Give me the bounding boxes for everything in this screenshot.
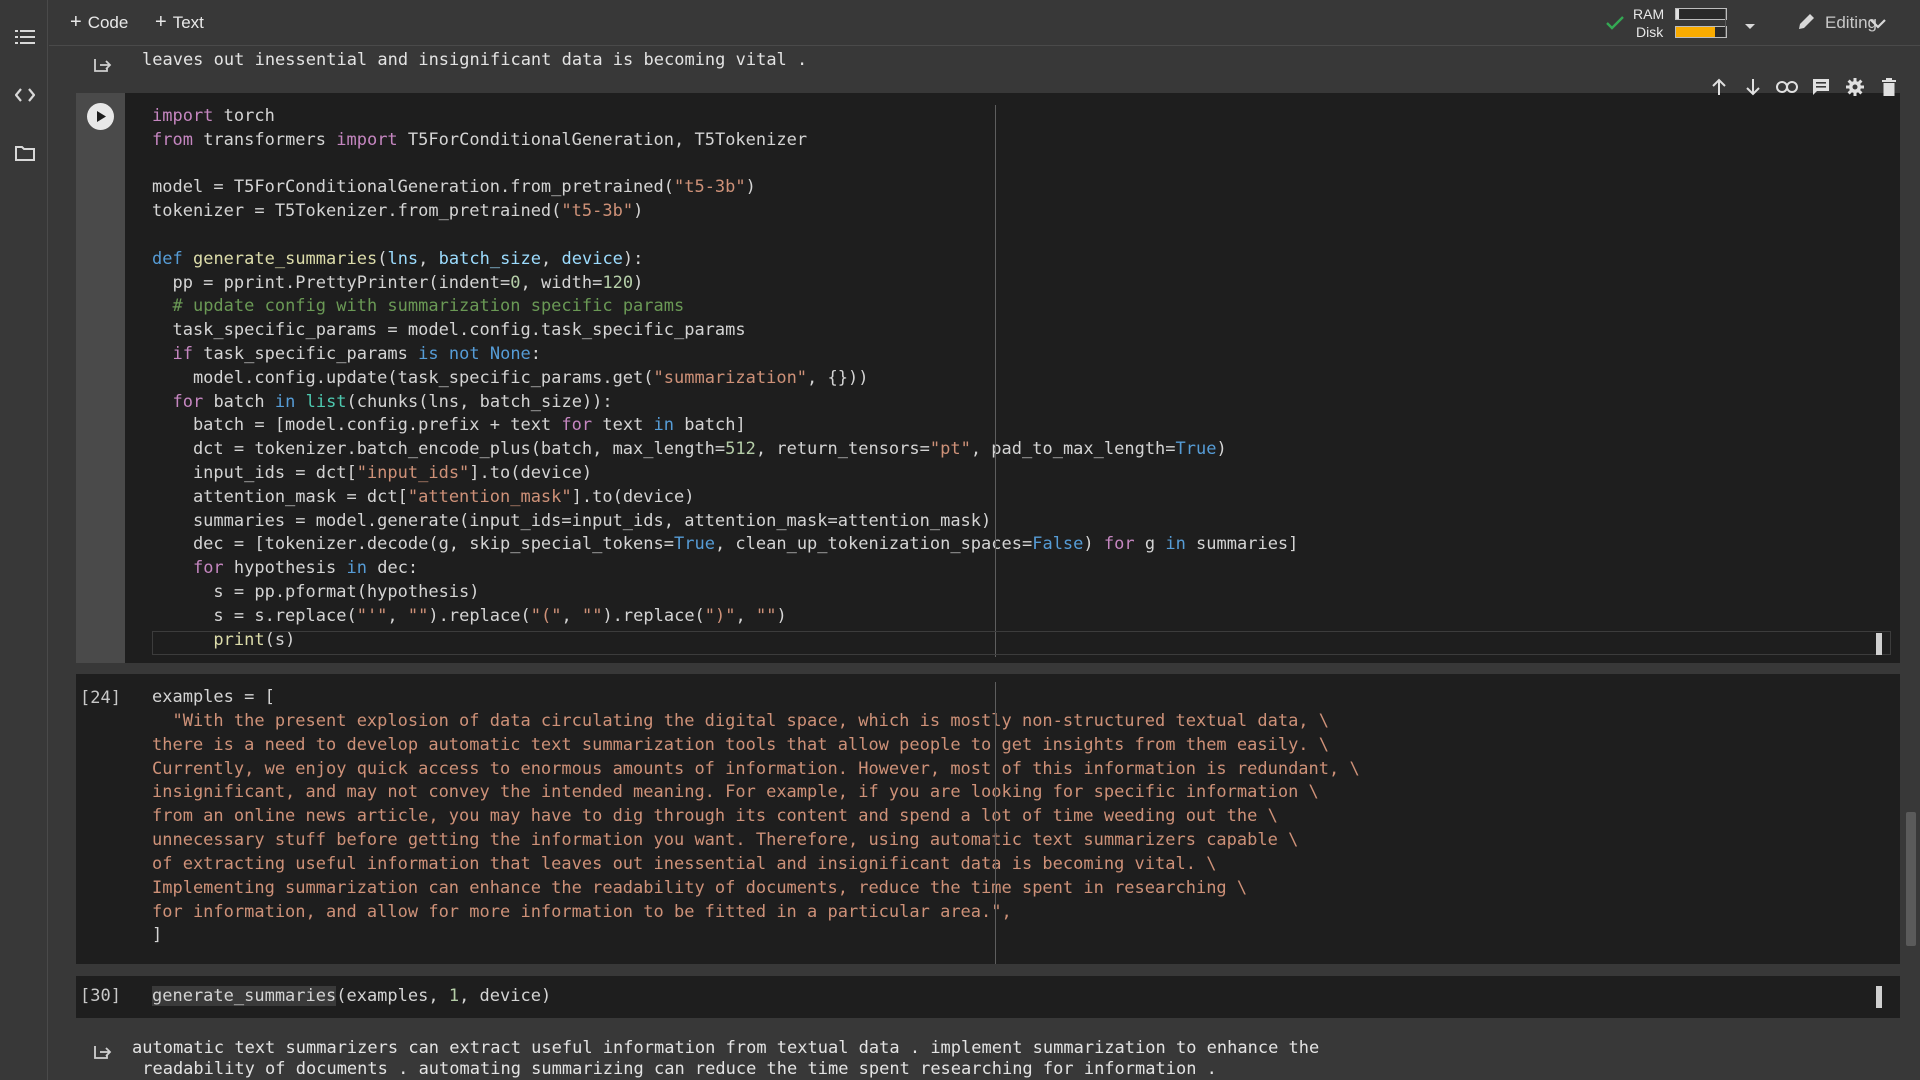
ruler-line xyxy=(995,105,996,657)
code-line: def generate_summaries(lns, batch_size, … xyxy=(152,248,644,269)
page-scrollbar[interactable] xyxy=(1906,812,1916,946)
notebook-area[interactable]: leaves out inessential and insignificant… xyxy=(49,47,1920,1080)
code-line: examples = [ xyxy=(152,687,275,707)
add-text-button[interactable]: + Text xyxy=(155,10,204,36)
code-cell-active[interactable]: import torch from transformers import T5… xyxy=(76,93,1900,663)
output-line-1: automatic text summarizers can extract u… xyxy=(132,1038,1320,1058)
code-line: batch = [model.config.prefix + text for … xyxy=(152,415,746,436)
code-args: (examples, xyxy=(336,986,449,1006)
pencil-icon xyxy=(1797,11,1817,36)
function-name: generate_summaries xyxy=(152,986,337,1006)
toolbar-divider xyxy=(1725,9,1726,37)
disk-usage-bar xyxy=(1675,26,1727,38)
ram-label: RAM xyxy=(1633,6,1665,22)
table-of-contents-icon[interactable] xyxy=(12,24,38,50)
more-vert-icon[interactable] xyxy=(1912,76,1920,98)
output-line-2: readability of documents . automating su… xyxy=(132,1059,1217,1079)
colab-window: + Code + Text RAM Disk Editing leaves ou… xyxy=(0,0,1920,1080)
connected-check-icon xyxy=(1605,15,1625,36)
code-cell-examples[interactable]: [24] examples = [ "With the present expl… xyxy=(76,674,1900,964)
code-line: dct = tokenizer.batch_encode_plus(batch,… xyxy=(152,439,1227,460)
code-line: dec = [tokenizer.decode(g, skip_special_… xyxy=(152,534,1299,555)
resources-dropdown-icon[interactable] xyxy=(1744,18,1756,36)
editing-mode-button[interactable]: Editing xyxy=(1797,10,1877,36)
run-cell-button[interactable] xyxy=(87,103,114,130)
plus-icon: + xyxy=(155,11,167,33)
code-line: unnecessary stuff before getting the inf… xyxy=(152,830,1299,851)
code-line: there is a need to develop automatic tex… xyxy=(152,734,1330,755)
resource-monitor[interactable]: RAM Disk xyxy=(1605,4,1775,42)
code-editor[interactable]: import torch from transformers import T5… xyxy=(152,105,1298,652)
code-line: for batch in list(chunks(lns, batch_size… xyxy=(172,391,613,412)
add-code-label: Code xyxy=(87,13,129,32)
move-up-icon[interactable] xyxy=(1708,76,1730,98)
code-line: for information, and allow for more info… xyxy=(152,901,1012,922)
cell-gutter: [24] xyxy=(76,674,125,964)
code-line: import torch xyxy=(152,106,275,126)
code-number: 1 xyxy=(448,986,460,1006)
code-line: Currently, we enjoy quick access to enor… xyxy=(152,758,1360,779)
execution-count: [30] xyxy=(80,986,121,1006)
code-line: "With the present explosion of data circ… xyxy=(152,710,1330,731)
code-line: pp = pprint.PrettyPrinter(indent=0, widt… xyxy=(152,272,644,293)
left-rail xyxy=(0,0,48,1080)
code-editor[interactable]: generate_summaries(examples, 1, device) xyxy=(152,985,551,1009)
output-redirect-icon[interactable] xyxy=(92,55,112,75)
cell-scroll-knob[interactable] xyxy=(1876,986,1882,1008)
top-toolbar: + Code + Text RAM Disk Editing xyxy=(49,0,1920,46)
plus-icon: + xyxy=(70,11,82,33)
code-line: summaries = model.generate(input_ids=inp… xyxy=(152,510,992,531)
settings-gear-icon[interactable] xyxy=(1844,76,1866,98)
ruler-line xyxy=(995,682,996,964)
code-cell-call[interactable]: [30] generate_summaries(examples, 1, dev… xyxy=(76,976,1900,1018)
move-down-icon[interactable] xyxy=(1742,76,1764,98)
cell-toolbar xyxy=(1708,76,1920,98)
code-line: s = pp.pformat(hypothesis) xyxy=(152,581,480,602)
ram-usage-fill xyxy=(1676,9,1679,19)
output-redirect-icon[interactable] xyxy=(92,1042,112,1062)
code-line: Implementing summarization can enhance t… xyxy=(152,877,1248,898)
code-snippets-icon[interactable] xyxy=(12,82,38,108)
cell-gutter: [30] xyxy=(76,976,125,1018)
code-line: if task_specific_params is not None: xyxy=(172,343,542,364)
disk-usage-fill xyxy=(1676,27,1715,37)
code-line: of extracting useful information that le… xyxy=(152,853,1217,874)
code-line: attention_mask = dct["attention_mask"].t… xyxy=(152,486,695,507)
output-area: automatic text summarizers can extract u… xyxy=(49,1028,1899,1080)
files-folder-icon[interactable] xyxy=(12,140,38,166)
code-editor[interactable]: examples = [ "With the present explosion… xyxy=(152,686,1360,948)
code-line: s = s.replace("'", "").replace("(", "").… xyxy=(152,605,787,626)
code-line: # update config with summarization speci… xyxy=(172,296,685,317)
output-text: leaves out inessential and insignificant… xyxy=(142,50,808,70)
cell-scroll-knob[interactable] xyxy=(1876,633,1882,655)
disk-label: Disk xyxy=(1636,24,1664,40)
code-args-end: , device) xyxy=(459,986,552,1006)
cell-gutter xyxy=(76,93,125,663)
current-line-highlight xyxy=(152,631,1891,655)
code-line: input_ids = dct["input_ids"].to(device) xyxy=(152,462,593,483)
output-area: leaves out inessential and insignificant… xyxy=(49,47,1899,75)
code-line: from an online news article, you may hav… xyxy=(152,806,1278,827)
code-line: model = T5ForConditionalGeneration.from_… xyxy=(152,177,756,198)
add-text-label: Text xyxy=(172,13,204,32)
code-line: ] xyxy=(152,925,163,946)
link-icon[interactable] xyxy=(1776,76,1798,98)
code-line: for hypothesis in dec: xyxy=(192,558,419,579)
comment-icon[interactable] xyxy=(1810,76,1832,98)
ram-usage-bar xyxy=(1675,8,1727,20)
code-line: from transformers import T5ForConditiona… xyxy=(152,129,808,150)
code-line: task_specific_params = model.config.task… xyxy=(152,320,746,341)
code-line: insignificant, and may not convey the in… xyxy=(152,782,1319,803)
chevron-down-icon[interactable] xyxy=(1870,16,1886,34)
code-line: model.config.update(task_specific_params… xyxy=(152,367,869,388)
add-code-button[interactable]: + Code xyxy=(70,10,128,36)
delete-trash-icon[interactable] xyxy=(1878,76,1900,98)
execution-count: [24] xyxy=(80,688,121,708)
code-line: tokenizer = T5Tokenizer.from_pretrained(… xyxy=(152,201,644,222)
